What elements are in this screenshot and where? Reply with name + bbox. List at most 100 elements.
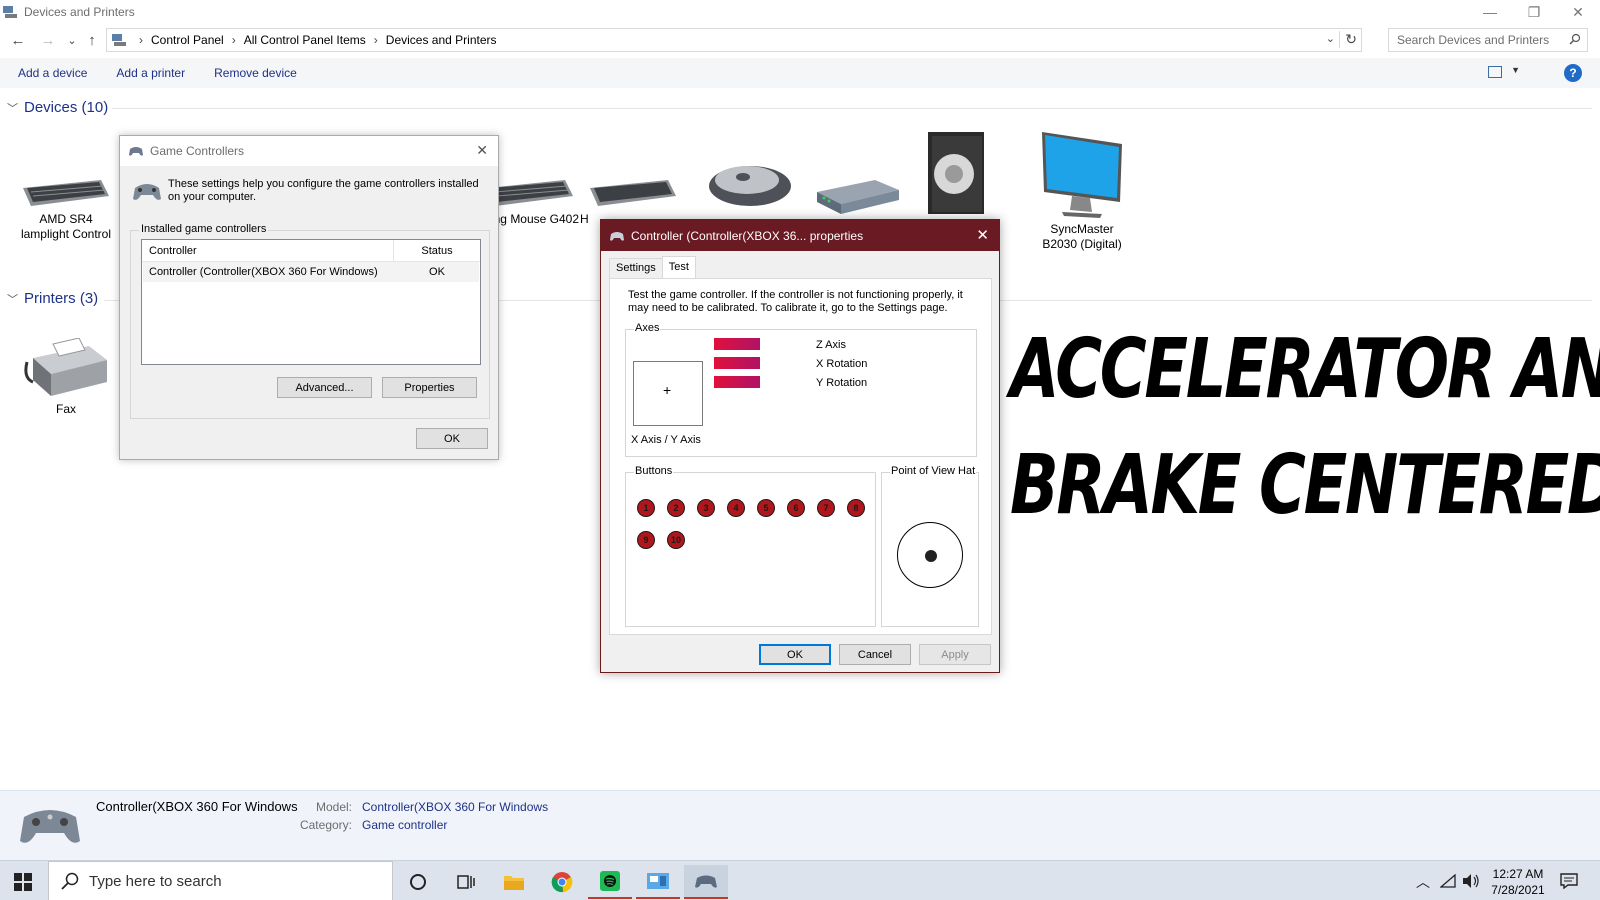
device-amd-sr4[interactable]: AMD SR4 lamplight Control [16,176,116,242]
breadcrumb-separator: › [139,33,143,47]
advanced-button[interactable]: Advanced... [277,377,372,398]
group-divider [112,108,1592,109]
task-view-icon[interactable] [444,865,488,899]
device-label: H [580,212,589,226]
file-explorer-icon[interactable] [492,865,536,899]
apply-button[interactable]: Apply [919,644,991,665]
system-clock[interactable]: 12:27 AM 7/28/2021 [1480,866,1556,898]
z-axis-label: Z Axis [816,339,846,351]
device-mouse[interactable] [700,160,800,212]
pov-hat-label: Point of View Hat [890,465,977,477]
category-value: Game controller [362,818,448,832]
devices-printers-icon [3,6,17,18]
taskbar-search-input[interactable]: Type here to search [48,861,393,900]
network-icon[interactable] [1440,874,1456,888]
details-pane: Controller(XBOX 360 For Windows Model: C… [0,790,1600,860]
tab-test[interactable]: Test [661,256,696,278]
view-options-icon[interactable] [1488,66,1502,78]
model-key: Model: [315,800,352,814]
breadcrumb-separator: › [231,33,236,47]
chrome-icon[interactable] [540,865,584,899]
close-icon[interactable]: ✕ [976,226,989,244]
spotify-icon[interactable] [588,865,632,899]
device-router[interactable] [808,176,908,220]
breadcrumb-control-panel[interactable]: Control Panel [151,33,224,47]
view-dropdown-icon[interactable]: ▼ [1511,65,1520,75]
collapse-chevron-icon[interactable]: ﹀ [7,291,18,307]
remove-device-button[interactable]: Remove device [214,66,297,80]
devices-group-header[interactable]: ﹀ Devices (10) [7,99,108,116]
column-controller[interactable]: Controller [142,240,394,261]
buttons-group: Buttons 1 2 3 4 5 6 7 8 9 10 [625,465,876,627]
up-button[interactable]: ↑ [82,30,102,50]
ok-button[interactable]: OK [416,428,488,449]
add-device-button[interactable]: Add a device [18,66,87,80]
fax-icon [24,338,107,396]
x-rotation-bar [714,357,760,369]
restore-button[interactable]: ❐ [1512,0,1556,24]
breadcrumb-devices-printers[interactable]: Devices and Printers [386,33,497,47]
game-controller-icon [610,231,624,241]
selected-device-name: Controller(XBOX 360 For Windows [96,799,298,814]
close-button[interactable]: ✕ [1556,0,1600,24]
control-panel-taskbar-icon[interactable] [636,865,680,899]
search-input[interactable]: Search Devices and Printers [1388,28,1588,52]
ok-button[interactable]: OK [759,644,831,665]
table-row[interactable]: Controller (Controller(XBOX 360 For Wind… [143,262,479,282]
xy-axis-display: + [633,361,703,426]
add-printer-button[interactable]: Add a printer [116,66,185,80]
collapse-chevron-icon[interactable]: ﹀ [7,100,18,116]
category-key: Category: [299,818,352,832]
device-syncmaster[interactable]: SyncMaster B2030 (Digital) [1032,130,1132,252]
controller-button-indicator: 2 [667,499,685,517]
device-speaker[interactable]: tek on [920,130,1000,251]
forward-button[interactable]: → [38,30,58,50]
back-button[interactable]: ← [8,30,28,50]
column-status[interactable]: Status [394,240,480,261]
volume-icon[interactable] [1462,873,1480,889]
controllers-list[interactable]: Controller Status Controller (Controller… [141,239,481,365]
buttons-label: Buttons [634,465,674,477]
xy-axis-label: X Axis / Y Axis [631,434,701,446]
clock-date: 7/28/2021 [1491,883,1545,897]
breadcrumb-separator: › [373,33,378,47]
address-dropdown-icon[interactable]: ⌄ [1326,32,1335,45]
monitor-icon [1042,132,1122,218]
controller-button-indicator: 4 [727,499,745,517]
taskbar: Type here to search ︿ 12:27 AM 7/28/2021 [0,860,1600,900]
test-description: Test the game controller. If the control… [628,289,963,314]
intro-text: These settings help you configure the ga… [168,178,479,203]
model-value: Controller(XBOX 360 For Windows [362,800,549,814]
printer-fax[interactable]: Fax [16,338,116,417]
command-bar: Add a device Add a printer Remove device… [0,58,1600,88]
controller-button-indicator: 7 [817,499,835,517]
axes-group: Axes + X Axis / Y Axis Z Axis X Rotation… [625,322,977,457]
tray-chevron-icon[interactable]: ︿ [1416,872,1430,892]
axes-label: Axes [634,322,661,334]
help-button[interactable]: ? [1564,64,1582,82]
pov-hat-display [897,522,963,588]
address-row: ← → ⌄ ↑ › Control Panel › All Control Pa… [0,26,1600,54]
minimize-button[interactable]: — [1468,0,1512,24]
dialog-title-bar: Game Controllers ✕ [120,136,498,166]
properties-button[interactable]: Properties [382,377,477,398]
refresh-icon[interactable]: ↻ [1339,31,1357,48]
mouse-icon [709,166,791,206]
search-icon [61,872,79,890]
close-icon[interactable]: ✕ [476,142,488,159]
pov-hat-dot [925,550,937,562]
gamepad-icon [133,184,161,200]
game-controllers-taskbar-icon[interactable] [684,865,728,899]
dialog-title: Controller (Controller(XBOX 36... proper… [631,228,864,243]
cancel-button[interactable]: Cancel [839,644,911,665]
tab-settings[interactable]: Settings [609,258,663,278]
cortana-icon[interactable] [396,865,440,899]
recent-locations-button[interactable]: ⌄ [62,30,82,50]
notifications-icon[interactable] [1560,873,1578,889]
title-bar: Devices and Printers — ❐ ✕ [0,0,1600,24]
speaker-icon [928,132,984,214]
windows-start-icon[interactable] [14,873,32,891]
printers-group-header[interactable]: ﹀ Printers (3) [7,290,98,307]
address-bar[interactable]: › Control Panel › All Control Panel Item… [106,28,1362,52]
breadcrumb-all-items[interactable]: All Control Panel Items [244,33,366,47]
